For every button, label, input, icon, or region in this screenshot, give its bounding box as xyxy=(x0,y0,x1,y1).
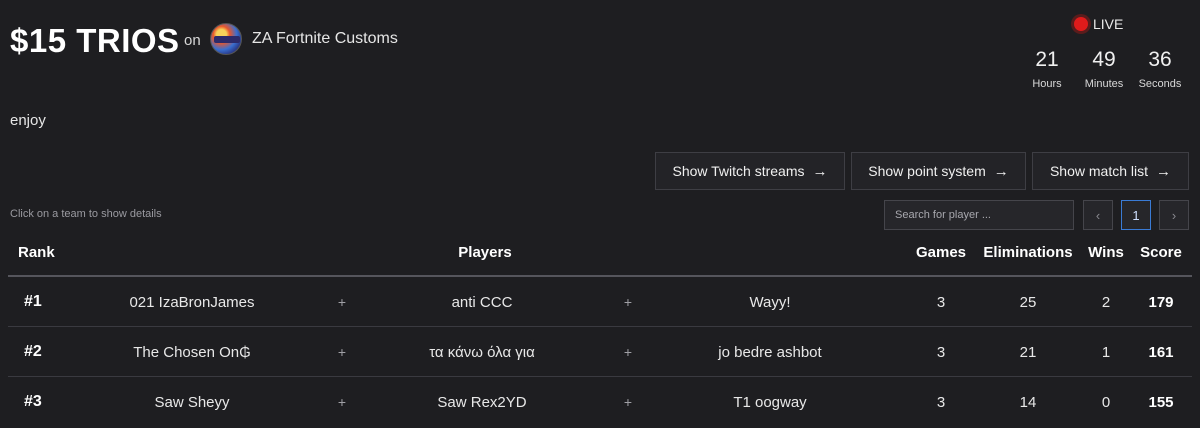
games-count: 3 xyxy=(936,293,946,311)
player-name: 021 IzaBronJames xyxy=(129,293,255,311)
countdown-seconds: 36 Seconds xyxy=(1134,48,1186,90)
countdown-hours-label: Hours xyxy=(1032,78,1062,90)
on-label: on xyxy=(184,32,201,49)
player-name: Saw Rex2YD xyxy=(437,393,527,411)
live-label: LIVE xyxy=(1093,16,1124,32)
org-logo-icon[interactable] xyxy=(210,23,242,55)
column-header-players: Players xyxy=(458,244,512,261)
player-name: T1 oogway xyxy=(733,393,807,411)
column-header-eliminations: Eliminations xyxy=(983,244,1073,261)
show-twitch-streams-button[interactable]: Show Twitch streams → xyxy=(655,152,845,190)
column-header-rank: Rank xyxy=(18,244,55,261)
show-match-list-button[interactable]: Show match list → xyxy=(1032,152,1189,190)
plus-icon: + xyxy=(337,344,347,360)
eliminations-count: 25 xyxy=(1019,293,1037,311)
arrow-right-icon: → xyxy=(993,162,1009,180)
table-row[interactable]: #1 021 IzaBronJames + anti CCC + Wayy! 3… xyxy=(8,278,1192,326)
player-name: anti CCC xyxy=(451,293,513,311)
player-name: The Chosen On₲ xyxy=(133,343,251,361)
team-rank: #3 xyxy=(24,393,42,410)
org-name-link[interactable]: ZA Fortnite Customs xyxy=(252,30,398,48)
table-header-divider xyxy=(8,275,1192,277)
countdown-seconds-value: 36 xyxy=(1148,48,1172,71)
click-team-hint: Click on a team to show details xyxy=(10,208,162,220)
wins-count: 1 xyxy=(1101,343,1111,361)
player-name: jo bedre ashbot xyxy=(718,343,822,361)
arrow-right-icon: → xyxy=(812,162,828,180)
games-count: 3 xyxy=(936,343,946,361)
team-rank: #1 xyxy=(24,293,42,310)
table-row[interactable]: #2 The Chosen On₲ + τα κάνω όλα για + jo… xyxy=(8,328,1192,376)
next-page-button[interactable]: › xyxy=(1159,200,1189,230)
player-name: Wayy! xyxy=(749,293,791,311)
countdown-minutes-value: 49 xyxy=(1092,48,1116,71)
table-row[interactable]: #3 Saw Sheyy + Saw Rex2YD + T1 oogway 3 … xyxy=(8,378,1192,426)
row-divider xyxy=(8,376,1192,377)
column-header-score: Score xyxy=(1140,244,1182,261)
plus-icon: + xyxy=(623,394,633,410)
plus-icon: + xyxy=(337,294,347,310)
countdown-hours-value: 21 xyxy=(1035,48,1059,71)
player-name: τα κάνω όλα για xyxy=(429,343,535,361)
eliminations-count: 21 xyxy=(1019,343,1037,361)
countdown-minutes: 49 Minutes xyxy=(1078,48,1130,90)
live-dot-icon xyxy=(1074,17,1088,31)
countdown-minutes-label: Minutes xyxy=(1084,78,1124,90)
plus-icon: + xyxy=(623,344,633,360)
wins-count: 2 xyxy=(1101,293,1111,311)
column-header-wins: Wins xyxy=(1088,244,1124,261)
team-score: 155 xyxy=(1148,393,1174,411)
chevron-right-icon: › xyxy=(1171,207,1177,223)
show-twitch-streams-label: Show Twitch streams xyxy=(672,163,805,179)
show-point-system-button[interactable]: Show point system → xyxy=(851,152,1026,190)
row-divider xyxy=(8,326,1192,327)
eliminations-count: 14 xyxy=(1019,393,1037,411)
chevron-left-icon: ‹ xyxy=(1095,207,1101,223)
games-count: 3 xyxy=(936,393,946,411)
plus-icon: + xyxy=(337,394,347,410)
countdown-hours: 21 Hours xyxy=(1021,48,1073,90)
player-search-input[interactable] xyxy=(884,200,1074,230)
prev-page-button[interactable]: ‹ xyxy=(1083,200,1113,230)
arrow-right-icon: → xyxy=(1156,162,1172,180)
team-rank: #2 xyxy=(24,343,42,360)
live-indicator: LIVE xyxy=(1074,16,1123,32)
team-score: 161 xyxy=(1148,343,1174,361)
show-point-system-label: Show point system xyxy=(868,163,986,179)
team-score: 179 xyxy=(1148,293,1174,311)
page-1-button[interactable]: 1 xyxy=(1121,200,1151,230)
tournament-title: $15 TRIOS xyxy=(10,22,180,59)
tournament-description: enjoy xyxy=(10,112,46,129)
wins-count: 0 xyxy=(1101,393,1111,411)
column-header-games: Games xyxy=(915,244,967,261)
plus-icon: + xyxy=(623,294,633,310)
show-match-list-label: Show match list xyxy=(1049,163,1149,179)
countdown-seconds-label: Seconds xyxy=(1138,78,1182,90)
player-name: Saw Sheyy xyxy=(154,393,230,411)
